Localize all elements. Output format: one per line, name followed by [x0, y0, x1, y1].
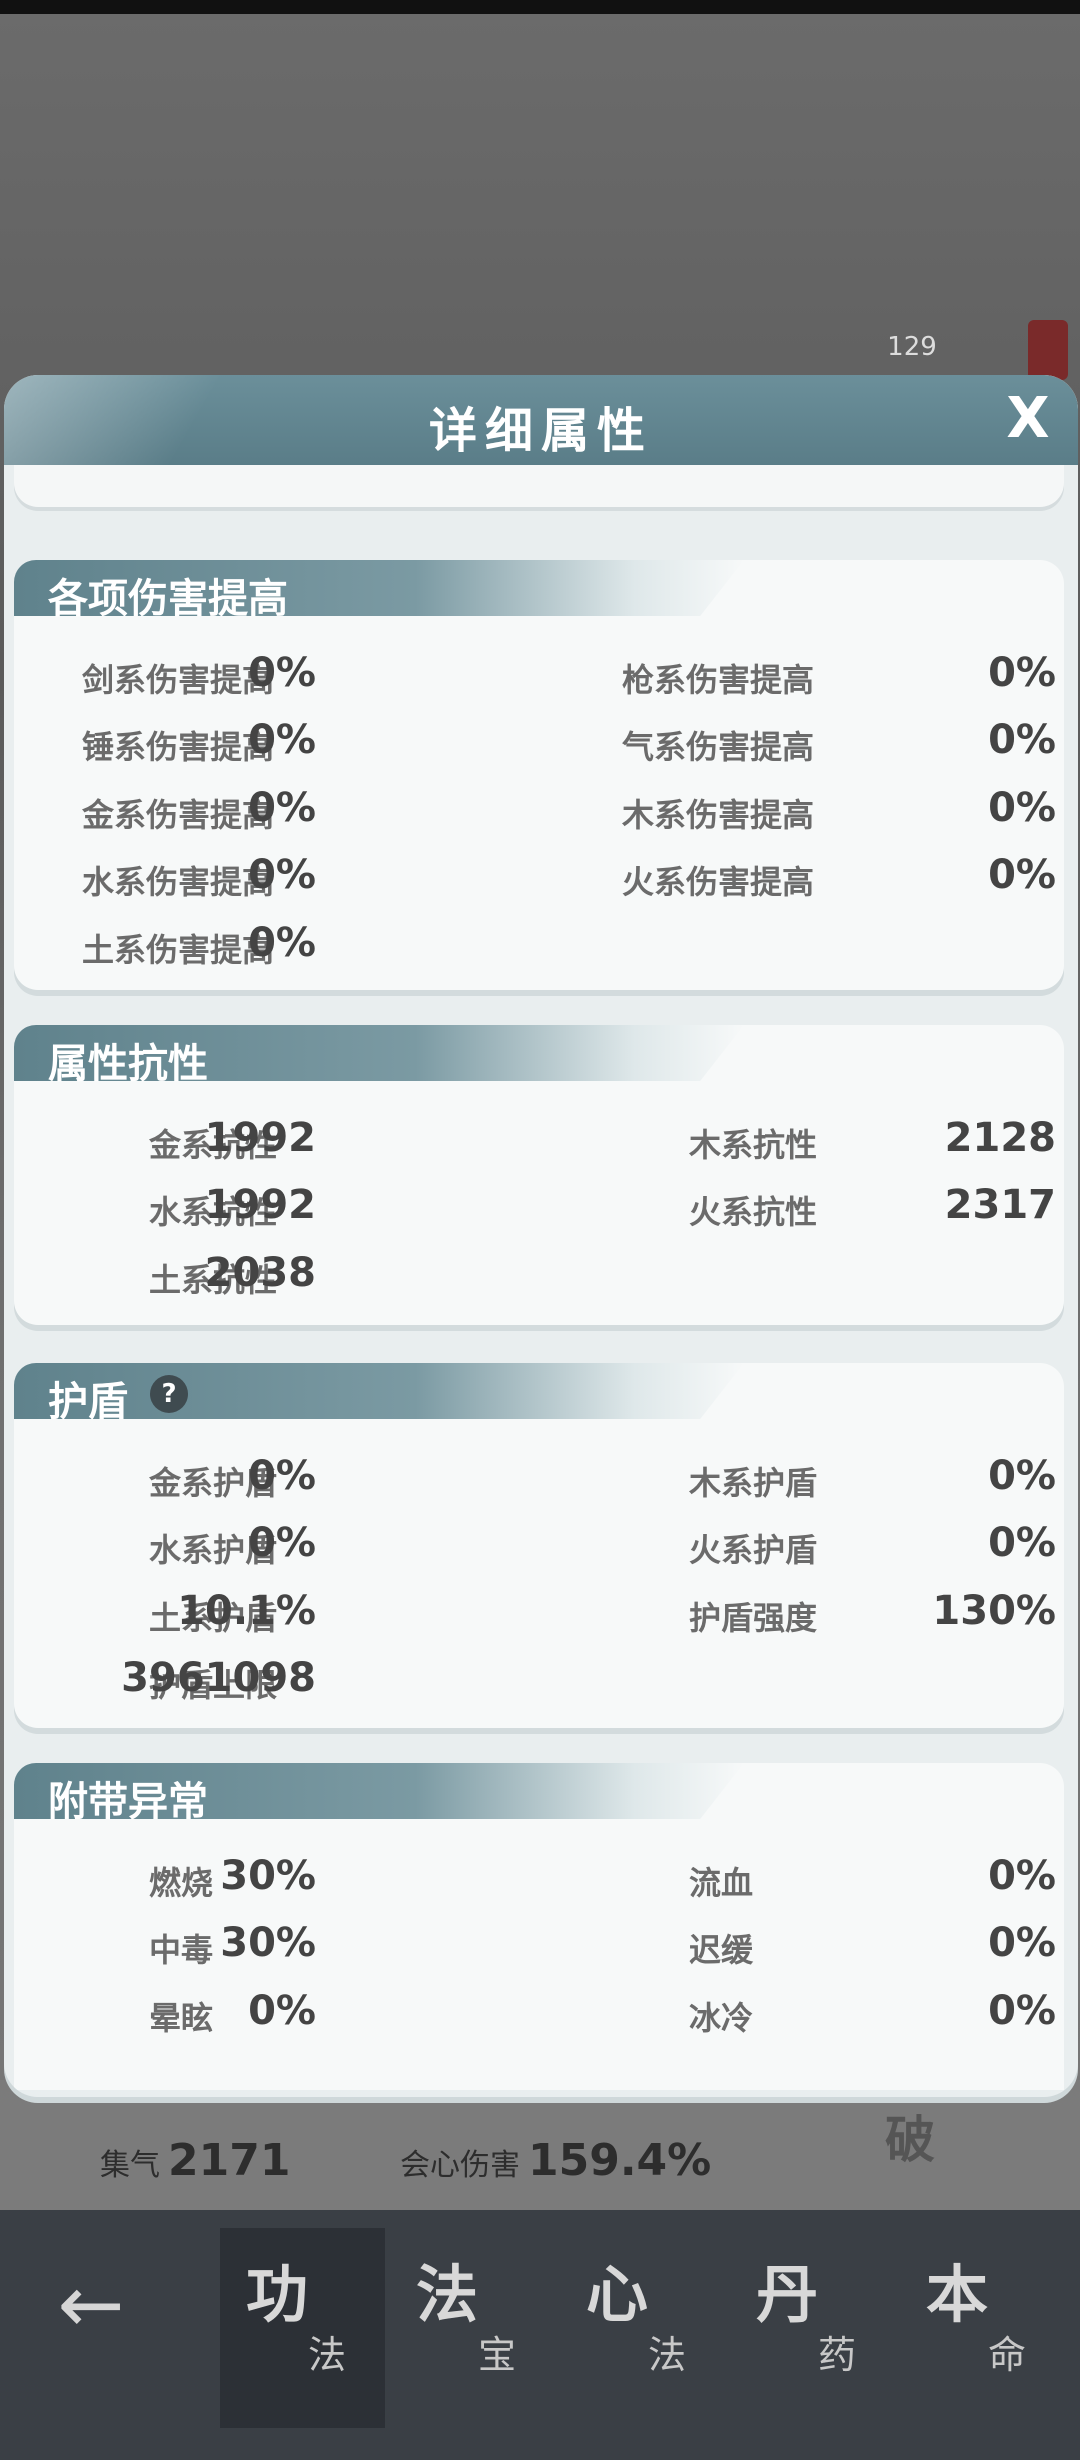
dialog-header: 详细属性 X: [4, 375, 1078, 465]
attr-label: 锤系伤害提高: [82, 728, 275, 766]
nav-tab-fabao[interactable]: 法 宝: [390, 2228, 555, 2428]
section-damage: 各项伤害提高 剑系伤害提高 0% 枪系伤害提高 0% 锤系伤害提高 0% 气系伤…: [14, 560, 1064, 990]
nav-tab-xinfa[interactable]: 心 法: [560, 2228, 725, 2428]
nav-tab-sub-label: 法: [308, 2333, 347, 2377]
section-title: 护盾: [48, 1379, 128, 1425]
background-stats-bar: 集气 2171 会心伤害 159.4% 破: [0, 2080, 1080, 2210]
attr-value: 10.1%: [177, 1588, 316, 1634]
nav-tab-main-label: 功: [246, 2258, 309, 2331]
attr-value: 0%: [248, 1988, 316, 2034]
attr-value: 0%: [988, 717, 1056, 763]
nav-tab-main-label: 丹: [756, 2258, 819, 2331]
attr-value: 2128: [944, 1115, 1056, 1161]
attr-value: 1992: [204, 1182, 316, 1228]
attr-value: 0%: [988, 650, 1056, 696]
attr-label: 流血: [689, 1864, 754, 1902]
attr-value: 1992: [204, 1115, 316, 1161]
attr-value: 0%: [988, 785, 1056, 831]
section-title: 附带异常: [48, 1779, 208, 1825]
attr-label: 护盾强度: [689, 1599, 818, 1637]
attr-label: 气系伤害提高: [622, 728, 815, 766]
background-level-badge: 129: [887, 332, 937, 362]
attr-label: 晕眩: [149, 1999, 214, 2037]
section-shield: 护盾 ? 金系护盾 0% 木系护盾 0% 水系护盾 0% 火系护盾 0% 土系护…: [14, 1363, 1064, 1728]
background-red-tag: [1028, 320, 1068, 380]
attr-label: 迟缓: [689, 1931, 754, 1969]
nav-tab-sub-label: 命: [988, 2333, 1027, 2377]
attr-value: 0%: [248, 920, 316, 966]
close-button[interactable]: X: [998, 389, 1058, 449]
attr-value: 0%: [248, 852, 316, 898]
attr-label: 剑系伤害提高: [82, 661, 275, 699]
nav-tab-danyao[interactable]: 丹 药: [730, 2228, 895, 2428]
attr-label: 中毒: [149, 1931, 214, 1969]
background-stat-qi: 集气 2171: [100, 2135, 290, 2186]
attr-value: 130%: [932, 1588, 1056, 1634]
attr-label: 木系伤害提高: [622, 796, 815, 834]
attr-value: 0%: [248, 1520, 316, 1566]
section-title: 属性抗性: [48, 1041, 208, 1087]
dialog-title: 详细属性: [428, 403, 653, 459]
attr-value: 0%: [988, 1988, 1056, 2034]
status-bar: [0, 0, 1080, 14]
attr-value: 0%: [248, 650, 316, 696]
stat-label: 集气: [100, 2148, 160, 2183]
nav-tab-main-label: 法: [416, 2258, 479, 2331]
attr-label: 木系抗性: [689, 1126, 818, 1164]
nav-tab-sub-label: 药: [818, 2333, 857, 2377]
previous-section-card: [14, 465, 1064, 507]
attr-label: 火系护盾: [689, 1531, 818, 1569]
stat-value: 159.4%: [528, 2135, 712, 2186]
attr-value: 0%: [248, 1453, 316, 1499]
attr-value: 0%: [988, 1853, 1056, 1899]
nav-tab-main-label: 本: [926, 2258, 989, 2331]
nav-tab-main-label: 心: [586, 2258, 649, 2331]
attr-value: 0%: [988, 1520, 1056, 1566]
attr-label: 水系伤害提高: [82, 863, 275, 901]
section-resist: 属性抗性 金系抗性 1992 木系抗性 2128 水系抗性 1992 火系抗性 …: [14, 1025, 1064, 1325]
section-abnormal: 附带异常 燃烧 30% 流血 0% 中毒 30% 迟缓 0% 晕眩 0% 冰冷 …: [14, 1763, 1064, 2090]
attr-value: 0%: [248, 717, 316, 763]
attr-label: 燃烧: [149, 1864, 214, 1902]
bottom-nav-bar: ← 功 法 法 宝 心 法 丹 药 本 命: [0, 2210, 1080, 2460]
attr-value: 30%: [220, 1853, 316, 1899]
attr-label: 金系伤害提高: [82, 796, 275, 834]
attributes-scroll-area[interactable]: 各项伤害提高 剑系伤害提高 0% 枪系伤害提高 0% 锤系伤害提高 0% 气系伤…: [4, 465, 1078, 2090]
attr-label: 火系伤害提高: [622, 863, 815, 901]
attr-value: 0%: [988, 1920, 1056, 1966]
background-stat-crit: 会心伤害 159.4%: [400, 2135, 711, 2186]
help-icon[interactable]: ?: [150, 1375, 188, 1413]
nav-tab-sub-label: 宝: [478, 2333, 517, 2377]
attr-label: 木系护盾: [689, 1464, 818, 1502]
attr-label: 枪系伤害提高: [622, 661, 815, 699]
nav-tab-sub-label: 法: [648, 2333, 687, 2377]
background-stamp: 破: [885, 2111, 935, 2169]
stat-label: 会心伤害: [400, 2148, 520, 2183]
attr-label: 冰冷: [689, 1999, 754, 2037]
attr-value: 2317: [944, 1182, 1056, 1228]
section-title: 各项伤害提高: [48, 576, 288, 622]
attr-value: 2038: [204, 1250, 316, 1296]
stat-value: 2171: [168, 2135, 291, 2186]
attr-label: 土系伤害提高: [82, 931, 275, 969]
back-arrow-icon[interactable]: ←: [46, 2260, 136, 2350]
attr-value: 30%: [220, 1920, 316, 1966]
attr-value: 0%: [248, 785, 316, 831]
detail-attributes-dialog: 详细属性 X 各项伤害提高 剑系伤害提高 0% 枪系伤害提高 0% 锤系伤害提高…: [4, 375, 1078, 2097]
attr-value: 3961098: [121, 1655, 316, 1701]
nav-tab-benming[interactable]: 本 命: [900, 2228, 1065, 2428]
nav-tab-gongfa[interactable]: 功 法: [220, 2228, 385, 2428]
attr-value: 0%: [988, 852, 1056, 898]
attr-value: 0%: [988, 1453, 1056, 1499]
attr-label: 火系抗性: [689, 1193, 818, 1231]
